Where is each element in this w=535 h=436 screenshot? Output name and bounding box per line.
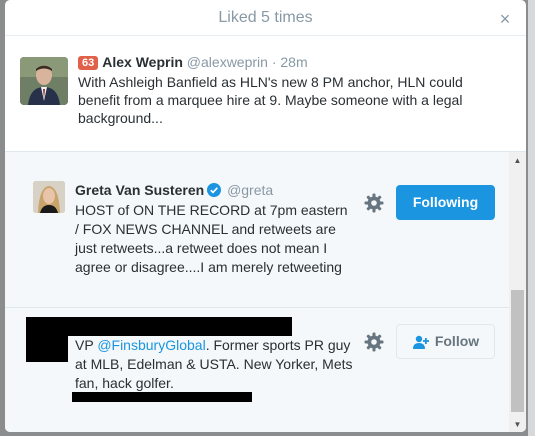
author-name[interactable]: Alex Weprin (102, 54, 183, 70)
bio-mention-link[interactable]: @FinsburyGlobal (97, 337, 205, 353)
modal-title: Liked 5 times (218, 9, 313, 26)
avatar-photo-icon (33, 181, 65, 213)
scrollbar-thumb[interactable] (511, 290, 524, 412)
rank-badge: 63 (78, 56, 99, 70)
likes-modal: Liked 5 times × 63 Alex Weprin @alexwepri… (5, 0, 526, 432)
scroll-down-arrow-icon[interactable]: ▼ (509, 416, 526, 432)
scroll-up-arrow-icon[interactable]: ▲ (509, 152, 526, 169)
gear-icon (364, 332, 384, 352)
user-handle[interactable]: @greta (227, 182, 273, 198)
likers-list-viewport: Greta Van Susteren @greta HOST of ON THE… (5, 152, 509, 432)
verified-badge-icon (207, 183, 222, 197)
add-user-icon (412, 335, 429, 349)
redacted-avatar (26, 329, 68, 362)
user-bio: HOST of ON THE RECORD at 7pm eastern / F… (75, 202, 348, 275)
close-button[interactable]: × (495, 9, 515, 29)
list-item[interactable]: Greta Van Susteren @greta HOST of ON THE… (5, 170, 509, 308)
user-bio: VP @FinsburyGlobal. Former sports PR guy… (75, 336, 355, 393)
scrollbar[interactable]: ▲ ▼ (509, 152, 526, 432)
following-button[interactable]: Following (396, 185, 495, 220)
background-strip (528, 0, 535, 436)
list-item[interactable]: VP @FinsburyGlobal. Former sports PR guy… (5, 308, 509, 432)
separator-dot: · (271, 54, 277, 70)
follow-button[interactable]: Follow (396, 324, 495, 359)
avatar-photo-icon (20, 57, 68, 105)
user-actions-button[interactable] (363, 192, 385, 214)
bio-prefix: VP (75, 337, 98, 353)
redacted-bio-line (72, 392, 252, 402)
user-name[interactable]: Greta Van Susteren (75, 182, 204, 198)
gear-icon (364, 193, 384, 213)
user-name-line: Greta Van Susteren @greta (75, 182, 273, 198)
tweet-text: With Ashleigh Banfield as HLN's new 8 PM… (78, 74, 463, 126)
close-icon: × (499, 9, 511, 29)
avatar[interactable] (33, 181, 65, 213)
user-actions-button[interactable] (363, 331, 385, 353)
liked-tweet[interactable]: 63 Alex Weprin @alexweprin · 28m With Ash… (5, 37, 526, 151)
avatar[interactable] (20, 57, 68, 105)
likers-list: Greta Van Susteren @greta HOST of ON THE… (5, 151, 526, 432)
modal-header: Liked 5 times × (5, 0, 526, 36)
author-handle[interactable]: @alexweprin (187, 54, 268, 70)
tweet-timestamp[interactable]: 28m (280, 54, 307, 70)
tweet-header: 63 Alex Weprin @alexweprin · 28m (78, 54, 308, 70)
follow-label: Follow (434, 333, 480, 349)
